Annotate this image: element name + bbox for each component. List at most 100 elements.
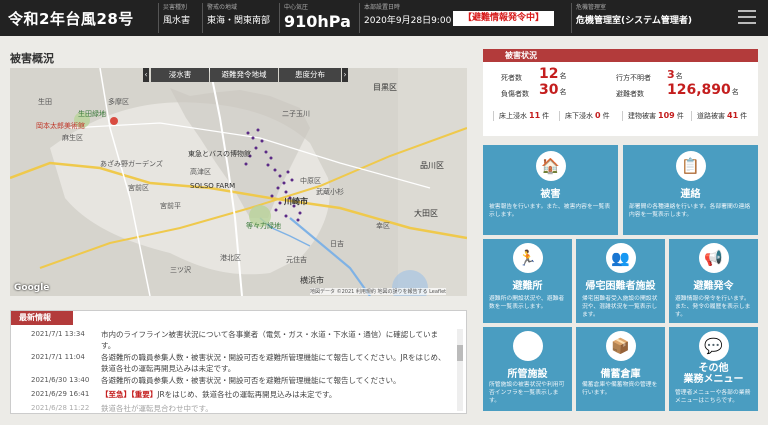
damage-map[interactable]: 目黒区 品川区 大田区 麻生区 多摩区 宮前区 高津区 中原区 幸区 川崎市 横… bbox=[10, 68, 467, 296]
map-tab-evacuation-area[interactable]: 避難発令地域 bbox=[210, 68, 278, 82]
tile-other-menu[interactable]: 💬 その他 業務メニュー 管理者メニューや各部の業務メニューはこちらです。 bbox=[669, 327, 758, 411]
news-date: 2021/6/29 16:41 bbox=[31, 390, 90, 398]
map-canvas[interactable]: 目黒区 品川区 大田区 麻生区 多摩区 宮前区 高津区 中原区 幸区 川崎市 横… bbox=[10, 68, 467, 296]
map-label-23: 港北区 bbox=[220, 253, 241, 262]
news-scrollbar[interactable] bbox=[457, 329, 463, 411]
news-item[interactable]: 2021/6/29 16:41 【至急】【重要】JRをはじめ、鉄道各社の運転再開… bbox=[11, 389, 455, 400]
map-label-16: 日吉 bbox=[330, 240, 344, 248]
house-damage-icon: 🏠 bbox=[535, 151, 566, 181]
map-label-14: 東急とバスの博物館 bbox=[188, 149, 251, 158]
damage-status-panel: 被害状況 死者数 12名 負傷者数 30名 行方不明者 3名 避難者数 126,… bbox=[483, 49, 758, 136]
news-date: 2021/7/1 11:04 bbox=[31, 353, 85, 361]
map-label-8: 幸区 bbox=[376, 222, 390, 230]
disaster-type-value: 風水害 bbox=[163, 16, 191, 26]
disaster-type-field: 災害種別 風水害 bbox=[158, 3, 202, 33]
map-label-2: 大田区 bbox=[414, 208, 438, 218]
map-label-1: 品川区 bbox=[420, 161, 444, 170]
tile-facilities[interactable]: ▮▮▮ 所管施設 所管施設の被害状況や利用可否インフラを一覧表示します。 bbox=[483, 327, 572, 411]
tile-text: 部署間の各種連絡を行います。各部署間の連絡内容を一覧表示します。 bbox=[629, 204, 751, 218]
hq-datetime-value: 2020年9月28日9:00 bbox=[364, 16, 452, 26]
region-label: 警戒の地域 bbox=[207, 4, 238, 11]
map-label-22: 元住吉 bbox=[286, 255, 307, 264]
above-floor-stat: 床上浸水 11 件 bbox=[493, 111, 549, 121]
tile-title: 被害 bbox=[540, 189, 561, 200]
news-tag: 【至急】【重要】 bbox=[101, 390, 158, 399]
tile-text: 避難情報の発令を行います。また、発令の履歴を表示します。 bbox=[675, 296, 751, 318]
office-value: 危機管理室(システム管理者) bbox=[576, 16, 692, 26]
megaphone-icon: 📢 bbox=[698, 243, 729, 273]
running-person-icon: 🏃 bbox=[512, 243, 543, 273]
dead-label: 死者数 bbox=[501, 74, 522, 82]
tile-contact[interactable]: ! 📋 連絡 部署間の各種連絡を行います。各部署間の連絡内容を一覧表示します。 bbox=[623, 145, 758, 235]
facility-bars-icon: ▮▮▮ bbox=[512, 331, 543, 361]
tile-title: 避難所 bbox=[512, 281, 543, 292]
below-floor-stat: 床下浸水 0 件 bbox=[559, 111, 610, 121]
map-label-18: 生田 bbox=[38, 97, 52, 106]
news-text[interactable]: 各避難所の職員参集人数・被害状況・開設可否を避難所管理機能にて報告してください。… bbox=[101, 352, 455, 374]
news-item[interactable]: 2021/7/1 11:04 各避難所の職員参集人数・被害状況・開設可否を避難所… bbox=[11, 352, 455, 374]
news-scroll-thumb[interactable] bbox=[457, 345, 463, 361]
evacuation-alert-badge[interactable]: 【避難情報発令中】 bbox=[453, 11, 554, 26]
news-title: 最新情報 bbox=[11, 311, 73, 325]
map-tab-intensity[interactable]: 患度分布 bbox=[279, 68, 341, 82]
news-date: 2021/6/30 13:40 bbox=[31, 376, 90, 384]
tile-title: 所管施設 bbox=[507, 369, 548, 380]
map-label-17: 武蔵小杉 bbox=[316, 187, 344, 196]
tile-text: 被害報告を行います。また、被害内容を一覧表示します。 bbox=[489, 204, 611, 218]
tile-text: 避難所の開設状況や、避難者数を一覧表示します。 bbox=[489, 296, 565, 310]
map-tab-next-icon[interactable]: › bbox=[342, 68, 348, 82]
news-text[interactable]: 各避難所の職員参集人数・被害状況・開設可否を避難所管理機能にて報告してください。 bbox=[101, 375, 455, 386]
evacuees-value: 126,890名 bbox=[667, 82, 739, 98]
tile-stockpile[interactable]: 📦 備蓄倉庫 備蓄倉庫や備蓄物資の管理を行います。 bbox=[576, 327, 665, 411]
road-stat: 道路被害 41 件 bbox=[691, 111, 747, 121]
tile-title: その他 業務メニュー bbox=[683, 363, 744, 385]
map-label-15: 等々力緑地 bbox=[246, 221, 281, 230]
news-item[interactable]: 2021/6/28 11:22 鉄道各社が運転見合わせ中です。 bbox=[11, 403, 455, 413]
box-icon: 📦 bbox=[605, 331, 636, 361]
building-stat: 建物被害 109 件 bbox=[622, 111, 684, 121]
region-field: 警戒の地域 東海・関東南部 bbox=[202, 3, 276, 33]
map-label-12: SOLSO FARM bbox=[190, 182, 235, 190]
map-label-20: 宮前平 bbox=[160, 201, 181, 210]
injured-label: 負傷者数 bbox=[501, 90, 529, 98]
map-label-0: 目黒区 bbox=[373, 83, 397, 92]
news-item[interactable]: 2021/7/1 13:34 市内のライフライン被害状況について各事業者（電気・… bbox=[11, 329, 455, 351]
tile-text: 備蓄倉庫や備蓄物資の管理を行います。 bbox=[582, 382, 658, 396]
tile-evacuation-order[interactable]: 📢 避難発令 避難情報の発令を行います。また、発令の履歴を表示します。 bbox=[669, 239, 758, 323]
pressure-value: 910hPa bbox=[284, 12, 351, 31]
map-label-19: あざみ野ガーデンズ bbox=[100, 159, 163, 168]
tile-title: 連絡 bbox=[680, 189, 701, 200]
pressure-label: 中心気圧 bbox=[284, 4, 309, 11]
map-label-9: 川崎市 bbox=[283, 196, 308, 206]
tile-title: 帰宅困難者施設 bbox=[585, 281, 656, 292]
hq-datetime-label: 本部設置日時 bbox=[364, 4, 401, 11]
news-text[interactable]: 市内のライフライン被害状況について各事業者（電気・ガス・水道・下水道・通信）に確… bbox=[101, 329, 455, 351]
header-bar: 令和2年台風28号 災害種別 風水害 警戒の地域 東海・関東南部 中心気圧 91… bbox=[0, 0, 768, 36]
news-item[interactable]: 2021/6/30 13:40 各避難所の職員参集人数・被害状況・開設可否を避難… bbox=[11, 375, 455, 386]
tile-text: 帰宅困難者受入施設の開設状況や、混雑状況を一覧表示します。 bbox=[582, 296, 658, 318]
news-date: 2021/7/1 13:34 bbox=[31, 330, 85, 338]
map-label-10: 横浜市 bbox=[300, 275, 324, 285]
hq-datetime-field: 本部設置日時 2020年9月28日9:00 bbox=[359, 3, 451, 33]
hamburger-menu-icon[interactable] bbox=[738, 10, 756, 26]
map-label-4: 多摩区 bbox=[108, 97, 129, 106]
news-panel: 最新情報 2021/7/1 13:34 市内のライフライン被害状況について各事業… bbox=[10, 310, 467, 414]
map-label-5: 宮前区 bbox=[128, 183, 149, 192]
map-label-11: 生田緑地 bbox=[78, 109, 106, 118]
tile-stranded[interactable]: 👥 帰宅困難者施設 帰宅困難者受入施設の開設状況や、混雑状況を一覧表示します。 bbox=[576, 239, 665, 323]
map-tab-prev-icon[interactable]: ‹ bbox=[143, 68, 149, 82]
tile-shelter[interactable]: 🏃 避難所 避難所の開設状況や、避難者数を一覧表示します。 bbox=[483, 239, 572, 323]
region-value: 東海・関東南部 bbox=[207, 16, 271, 26]
tile-title: 避難発令 bbox=[693, 281, 734, 292]
map-attribution[interactable]: 地図データ ©2021 利用規約 地図の誤りを報告する Leaflet bbox=[310, 288, 447, 295]
map-tab-flood[interactable]: 浸水害 bbox=[151, 68, 209, 82]
map-label-6: 高津区 bbox=[190, 167, 211, 176]
tile-text: 所管施設の被害状況や利用可否インフラを一覧表示します。 bbox=[489, 382, 565, 404]
tile-damage[interactable]: 🏠 被害 被害報告を行います。また、被害内容を一覧表示します。 bbox=[483, 145, 618, 235]
office-label: 危機管理室 bbox=[576, 4, 607, 11]
disaster-title: 令和2年台風28号 bbox=[8, 10, 134, 28]
news-text[interactable]: 鉄道各社が運転見合わせ中です。 bbox=[101, 403, 455, 413]
news-text[interactable]: JRをはじめ、鉄道各社の運転再開見込みは未定です。 bbox=[157, 390, 336, 399]
injured-value: 30名 bbox=[539, 82, 567, 98]
map-label-7: 中原区 bbox=[300, 176, 321, 185]
